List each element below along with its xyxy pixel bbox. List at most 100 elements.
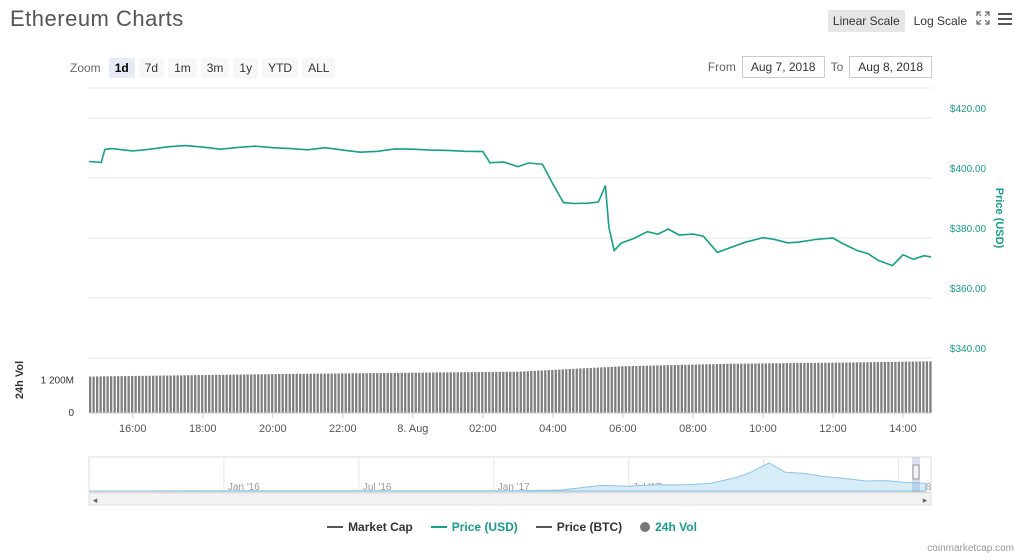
volume-bar [222, 374, 225, 413]
volume-bar [670, 365, 673, 413]
price-usd-line[interactable] [88, 144, 932, 267]
volume-bar [99, 376, 102, 413]
time-tick-label: 14:00 [889, 423, 917, 435]
volume-bar [239, 374, 242, 413]
volume-bar [869, 362, 873, 413]
volume-bar [124, 376, 127, 413]
volume-bar [173, 375, 176, 413]
volume-bar [327, 373, 330, 413]
volume-bar [827, 362, 831, 413]
volume-bar [729, 363, 732, 413]
volume-bar [803, 362, 806, 413]
volume-bar [523, 371, 526, 413]
volume-bar [911, 361, 915, 413]
volume-bar [778, 363, 782, 413]
volume-bar [159, 375, 162, 413]
volume-bar [579, 368, 582, 413]
volume-bar [701, 364, 704, 413]
volume-bar [421, 372, 424, 413]
volume-bar [740, 363, 743, 413]
navigator-handle[interactable] [912, 464, 920, 480]
volume-bar [372, 373, 375, 413]
volume-axis-label: 24h Vol [14, 361, 26, 399]
volume-bar [565, 369, 568, 413]
volume-bar [810, 362, 813, 413]
volume-bar [264, 374, 267, 413]
volume-bar [617, 366, 620, 413]
time-tick-label: 16:00 [119, 423, 147, 435]
volume-bar [621, 366, 624, 413]
time-tick-label: 04:00 [539, 423, 567, 435]
volume-bar [229, 374, 232, 413]
scroll-right-icon[interactable]: ▸ [923, 495, 928, 505]
legend-24h-vol[interactable]: 24h Vol [640, 520, 697, 534]
volume-bar [733, 363, 736, 413]
volume-bar [642, 365, 645, 413]
volume-bar [103, 376, 106, 413]
scroll-left-icon[interactable]: ◂ [93, 495, 98, 505]
time-axis: 16:00 18:00 20:00 22:00 8. Aug 02:00 04:00 06:0… [119, 413, 917, 435]
volume-bar [712, 364, 715, 413]
volume-bar [446, 372, 449, 413]
volume-bar [390, 372, 393, 413]
volume-bar [425, 372, 428, 413]
time-tick-label: 08:00 [679, 423, 707, 435]
volume-bar [89, 376, 92, 413]
volume-bar [792, 363, 796, 413]
volume-bar [495, 371, 498, 413]
volume-bar [411, 372, 414, 413]
volume-bars [89, 361, 932, 413]
volume-bar [596, 367, 599, 413]
volume-bar [456, 372, 459, 413]
time-tick-label: 22:00 [329, 423, 357, 435]
legend-price-btc[interactable]: Price (BTC) [535, 520, 622, 534]
volume-bar [607, 367, 610, 413]
volume-bar [901, 361, 904, 413]
volume-bar [306, 373, 309, 413]
volume-bar [820, 362, 824, 413]
volume-bar [292, 373, 295, 413]
volume-bar [813, 362, 817, 413]
volume-bar [638, 365, 641, 413]
volume-bar [502, 371, 505, 413]
volume-bar [796, 363, 799, 413]
volume-bar [243, 374, 246, 413]
volume-bar [831, 362, 834, 413]
volume-bar [519, 371, 522, 413]
volume-bar [274, 374, 277, 413]
volume-bar [166, 375, 169, 413]
volume-bar [253, 374, 256, 413]
volume-bar [379, 373, 382, 413]
volume-bar [246, 374, 249, 413]
volume-bar [134, 375, 137, 413]
volume-bar [442, 372, 445, 413]
volume-bar [600, 367, 603, 413]
volume-bar [257, 374, 260, 413]
volume-bar [484, 371, 487, 413]
volume-bar [215, 374, 218, 413]
volume-bar [558, 369, 561, 413]
volume-bar [106, 376, 109, 413]
volume-swatch [640, 522, 651, 532]
volume-bar [477, 372, 480, 413]
volume-bar [852, 362, 855, 413]
navigator-scrollbar[interactable] [88, 492, 932, 506]
price-axis-label: Price (USD) [993, 188, 1005, 249]
legend-label: Price (USD) [451, 520, 518, 534]
volume-bar [428, 372, 431, 413]
volume-bar [383, 373, 386, 413]
volume-bar [512, 371, 515, 413]
volume-bar [575, 368, 578, 413]
volume-bar [838, 362, 841, 413]
legend-market-cap[interactable]: Market Cap [327, 520, 413, 534]
volume-bar [876, 362, 880, 413]
volume-bar [362, 373, 365, 413]
volume-bar [225, 374, 228, 413]
volume-bar [414, 372, 417, 413]
volume-bar [652, 365, 655, 413]
volume-bar [498, 371, 501, 413]
legend-price-usd[interactable]: Price (USD) [430, 520, 518, 534]
volume-bar [271, 374, 274, 413]
market-cap-swatch [327, 526, 344, 528]
volume-bar [862, 362, 866, 413]
